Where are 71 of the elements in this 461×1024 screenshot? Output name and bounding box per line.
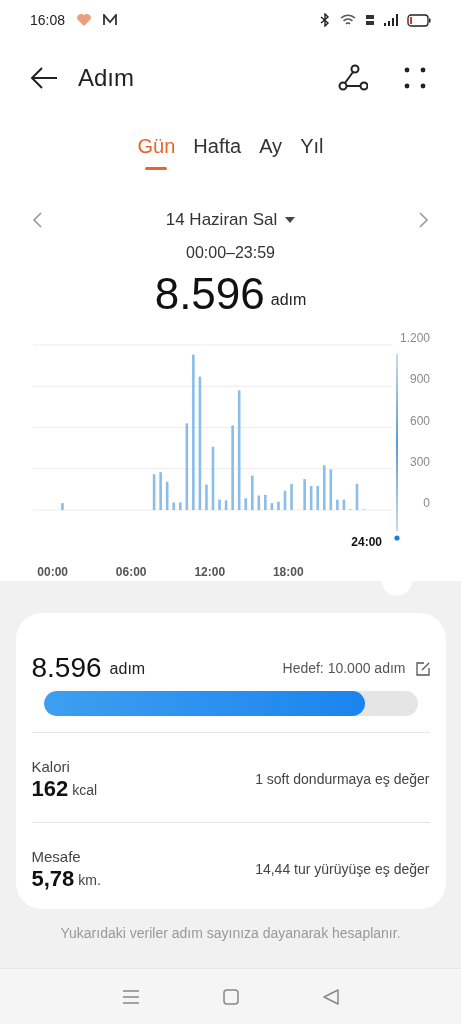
clock: 16:08 xyxy=(30,10,66,30)
y-axis-label: 0 xyxy=(423,496,430,510)
metric-comparison: 14,44 tur yürüyüşe eş değer xyxy=(255,860,430,879)
signal-icon xyxy=(383,14,399,26)
metric-label: Kalori xyxy=(31,757,71,776)
y-axis-label: 300 xyxy=(409,454,430,469)
time-cursor[interactable] xyxy=(394,354,400,541)
x-axis-label: 12:00 xyxy=(194,565,226,579)
step-unit: adım xyxy=(270,290,307,310)
x-axis-label: 06:00 xyxy=(115,565,147,579)
page-title: Adım xyxy=(78,63,134,93)
home-icon[interactable] xyxy=(223,988,240,1005)
dropdown-caret-icon xyxy=(285,216,296,224)
step-total: 8.596 xyxy=(154,272,265,316)
metric-label: Mesafe xyxy=(31,847,82,866)
back-icon[interactable] xyxy=(323,988,340,1005)
metric-value: 5,78 xyxy=(31,865,75,892)
metric-comparison: 1 soft dondurmaya eş değer xyxy=(255,770,430,789)
mail-icon xyxy=(103,14,118,26)
battery-icon xyxy=(407,13,431,27)
step-bar xyxy=(355,483,359,510)
step-bar xyxy=(178,502,182,510)
step-bar xyxy=(205,484,208,510)
step-bar xyxy=(303,479,306,510)
date-selector[interactable]: 14 Haziran Sal xyxy=(165,207,296,233)
cursor-time-label: 24:00 xyxy=(351,535,382,549)
step-bar xyxy=(290,483,293,510)
step-bar xyxy=(159,472,162,510)
step-bar xyxy=(152,474,156,510)
step-bar xyxy=(283,490,287,510)
step-bar xyxy=(342,499,346,510)
x-axis-label: 00:00 xyxy=(37,565,68,579)
step-bar xyxy=(264,494,267,510)
metric-value: 162 xyxy=(31,775,69,802)
step-bar xyxy=(218,499,221,510)
goal-text: Hedef: 10.000 adım xyxy=(282,659,406,678)
time-range: 00:00–23:59 xyxy=(185,243,276,263)
step-bar xyxy=(322,465,326,510)
next-icon[interactable] xyxy=(419,212,429,228)
y-axis-label: 1.200 xyxy=(399,331,430,345)
heart-icon xyxy=(77,14,92,26)
step-bar xyxy=(165,481,169,510)
x-axis-label: 18:00 xyxy=(272,565,304,579)
y-axis-label: 900 xyxy=(409,372,430,387)
step-bar xyxy=(257,495,261,510)
step-bar xyxy=(316,485,320,510)
step-bar xyxy=(336,499,339,510)
step-count: 8.596 xyxy=(31,653,102,683)
bluetooth-icon xyxy=(319,13,331,27)
wifi-icon xyxy=(339,14,357,26)
period-tab[interactable]: Yıl xyxy=(300,130,324,170)
step-bar xyxy=(244,498,248,510)
step-bar xyxy=(277,501,280,510)
step-bar xyxy=(61,503,64,510)
step-bar xyxy=(172,502,176,510)
step-bar xyxy=(329,469,333,510)
period-tab[interactable]: Hafta xyxy=(193,130,242,170)
menu-icon[interactable] xyxy=(121,989,140,1004)
period-tab[interactable]: Ay xyxy=(259,130,283,170)
edit-icon[interactable] xyxy=(415,661,430,676)
step-bar xyxy=(250,475,254,510)
step-bar xyxy=(224,500,228,510)
step-bar xyxy=(270,503,274,510)
step-bar xyxy=(211,446,215,510)
step-bar xyxy=(309,485,313,510)
step-unit: adım xyxy=(109,659,146,679)
metric-unit: kcal xyxy=(72,780,98,800)
footnote: Yukarıdaki veriler adım sayınıza dayanarak hesaplanır. xyxy=(60,924,401,943)
metric-unit: km. xyxy=(78,870,101,890)
y-axis-label: 600 xyxy=(409,413,430,428)
previous-icon[interactable] xyxy=(32,212,42,228)
